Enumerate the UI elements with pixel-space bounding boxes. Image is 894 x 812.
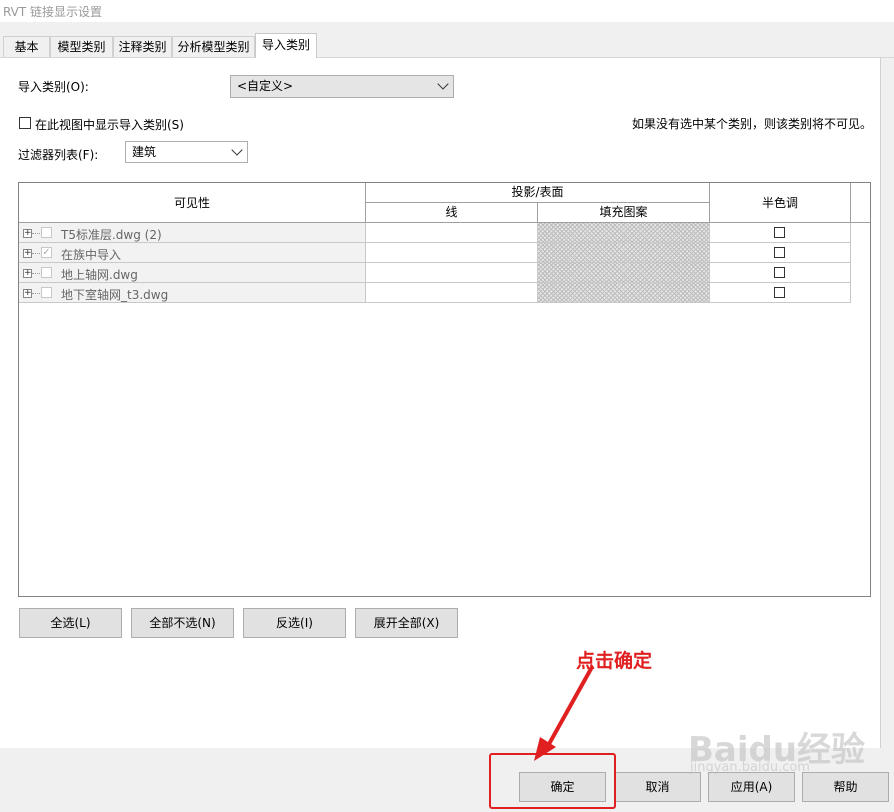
expand-all-button[interactable]: 展开全部(X) (355, 608, 458, 638)
table-row[interactable]: + 地下室轴网_t3.dwg (19, 283, 851, 303)
halftone-cell (710, 243, 851, 263)
fill-pattern-cell[interactable] (538, 263, 710, 283)
import-category-label: 导入类别(O): (18, 80, 89, 94)
window-title: RVT 链接显示设置 (3, 5, 103, 19)
filter-list-select[interactable]: 建筑 (125, 141, 248, 163)
category-name: 在族中导入 (61, 248, 122, 262)
line-cell[interactable] (366, 263, 538, 283)
annotation-arrow-icon (534, 666, 594, 761)
tree-connector (32, 273, 40, 274)
tab-analytical-model-categories[interactable]: 分析模型类别 (172, 36, 255, 57)
line-cell[interactable] (366, 243, 538, 263)
tab-annotation-categories[interactable]: 注释类别 (113, 36, 172, 57)
halftone-checkbox[interactable] (774, 267, 785, 278)
show-import-categories-label: 在此视图中显示导入类别(S) (35, 118, 184, 132)
expand-icon[interactable]: + (23, 269, 32, 278)
select-none-button[interactable]: 全部不选(N) (131, 608, 234, 638)
header-lines[interactable]: 线 (366, 203, 538, 223)
header-fill-pattern[interactable]: 填充图案 (538, 203, 710, 223)
header-halftone[interactable]: 半色调 (710, 183, 851, 223)
header-filler (851, 183, 870, 223)
table-row[interactable]: + T5标准层.dwg (2) (19, 223, 851, 243)
title-bar: RVT 链接显示设置 (0, 0, 894, 22)
tree-connector (32, 253, 40, 254)
expand-icon[interactable]: + (23, 249, 32, 258)
visibility-cell: + ✓ 在族中导入 (19, 243, 366, 263)
fill-pattern-cell[interactable] (538, 223, 710, 243)
categories-table: 可见性 投影/表面 线 填充图案 半色调 + T5标准层.dwg (2) + ✓… (18, 182, 871, 597)
line-cell[interactable] (366, 223, 538, 243)
select-all-button[interactable]: 全选(L) (19, 608, 122, 638)
halftone-cell (710, 283, 851, 303)
category-name: T5标准层.dwg (2) (61, 228, 162, 242)
chevron-down-icon (437, 78, 449, 90)
halftone-checkbox[interactable] (774, 227, 785, 238)
filter-list-value: 建筑 (132, 145, 157, 159)
halftone-cell (710, 263, 851, 283)
fill-pattern-cell[interactable] (538, 243, 710, 263)
table-row[interactable]: + 地上轴网.dwg (19, 263, 851, 283)
tree-connector (32, 233, 40, 234)
watermark-url: jingyan.baidu.com (690, 760, 810, 775)
halftone-checkbox[interactable] (774, 247, 785, 258)
visibility-checkbox[interactable]: ✓ (41, 247, 52, 258)
visibility-cell: + 地下室轴网_t3.dwg (19, 283, 366, 303)
header-projection-surface: 投影/表面 (366, 183, 710, 203)
tab-strip: 基本 模型类别 注释类别 分析模型类别 导入类别 (0, 22, 894, 59)
visibility-cell: + T5标准层.dwg (2) (19, 223, 366, 243)
header-visibility[interactable]: 可见性 (19, 183, 366, 223)
visibility-checkbox[interactable] (41, 267, 52, 278)
expand-icon[interactable]: + (23, 229, 32, 238)
category-name: 地下室轴网_t3.dwg (61, 288, 169, 302)
filter-list-label: 过滤器列表(F): (18, 148, 99, 162)
cancel-button[interactable]: 取消 (614, 772, 701, 802)
line-cell[interactable] (366, 283, 538, 303)
help-button[interactable]: 帮助 (802, 772, 889, 802)
tree-connector (32, 293, 40, 294)
invert-selection-button[interactable]: 反选(I) (243, 608, 346, 638)
import-category-select[interactable]: <自定义> (230, 75, 454, 98)
tab-model-categories[interactable]: 模型类别 (50, 36, 113, 57)
import-category-value: <自定义> (237, 79, 294, 93)
visibility-checkbox[interactable] (41, 227, 52, 238)
show-import-categories-checkbox[interactable] (19, 117, 31, 129)
tab-basic[interactable]: 基本 (3, 36, 50, 57)
fill-pattern-cell[interactable] (538, 283, 710, 303)
visibility-checkbox[interactable] (41, 287, 52, 298)
hint-text: 如果没有选中某个类别，则该类别将不可见。 (632, 117, 873, 131)
halftone-cell (710, 223, 851, 243)
halftone-checkbox[interactable] (774, 287, 785, 298)
table-row[interactable]: + ✓ 在族中导入 (19, 243, 851, 263)
visibility-cell: + 地上轴网.dwg (19, 263, 366, 283)
expand-icon[interactable]: + (23, 289, 32, 298)
apply-button[interactable]: 应用(A) (708, 772, 795, 802)
category-name: 地上轴网.dwg (61, 268, 138, 282)
highlight-box (489, 753, 616, 809)
tab-import-categories[interactable]: 导入类别 (255, 33, 317, 58)
chevron-down-icon (231, 144, 243, 156)
